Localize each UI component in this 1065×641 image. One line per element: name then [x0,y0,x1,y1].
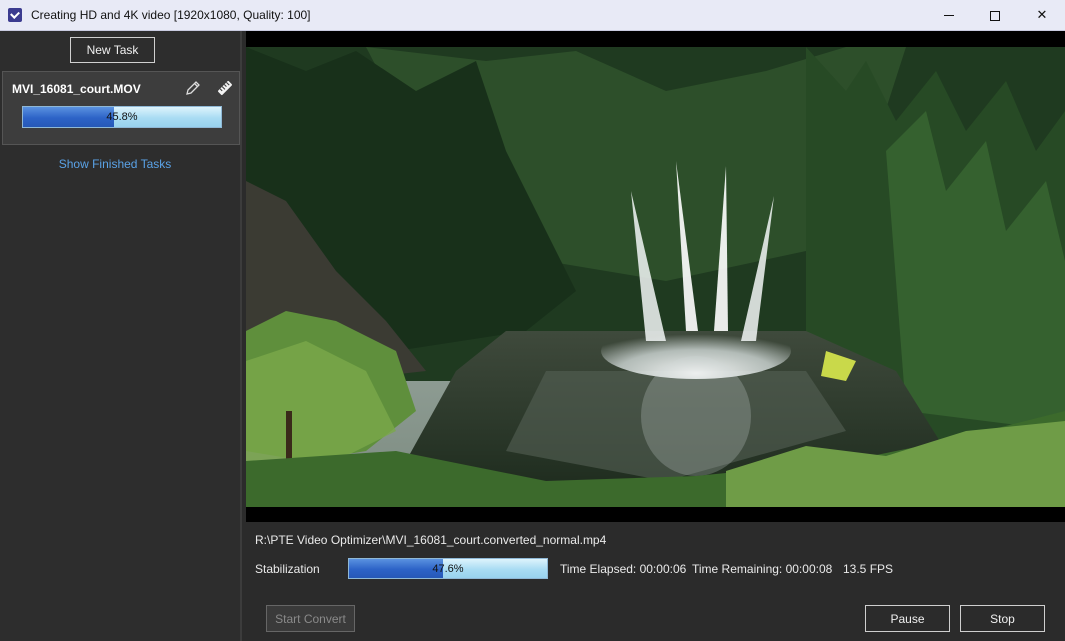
minimize-button[interactable] [926,0,972,31]
maximize-icon [990,10,1000,21]
task-item[interactable]: MVI_16081_court.MOV 45.8% [2,71,240,145]
maximize-button[interactable] [972,0,1018,31]
stage-label: Stabilization [255,562,320,576]
pencil-icon[interactable] [185,80,201,96]
output-file-path: R:\PTE Video Optimizer\MVI_16081_court.c… [255,533,607,547]
fps-readout: 13.5 FPS [843,562,894,576]
show-finished-tasks-link[interactable]: Show Finished Tasks [0,157,230,171]
task-progress-bar: 45.8% [22,106,222,128]
conversion-progress-bar: 47.6% [348,558,548,579]
start-convert-button[interactable]: Start Convert [266,605,355,632]
pause-button[interactable]: Pause [865,605,950,632]
task-file-name: MVI_16081_court.MOV [12,82,141,96]
task-progress-text: 45.8% [106,111,138,123]
conversion-progress-text: 47.6% [432,562,464,575]
preview-frame-image [246,31,1065,522]
close-button[interactable]: ✕ [1019,0,1065,31]
app-logo-icon [8,8,22,22]
window-title: Creating HD and 4K video [1920x1080, Qua… [31,8,311,22]
task-sidebar: New Task MVI_16081_court.MOV 45.8% Show … [0,31,242,641]
time-remaining: Time Remaining: 00:00:08 [692,562,833,576]
stop-button[interactable]: Stop [960,605,1045,632]
new-task-button[interactable]: New Task [70,37,155,63]
title-bar[interactable]: Creating HD and 4K video [1920x1080, Qua… [0,0,1065,31]
video-preview [246,31,1065,522]
ruler-icon[interactable] [216,79,234,97]
minimize-icon [944,15,954,16]
close-icon: ✕ [1036,8,1048,23]
time-elapsed: Time Elapsed: 00:00:06 [560,562,687,576]
app-window: Creating HD and 4K video [1920x1080, Qua… [0,0,1065,641]
